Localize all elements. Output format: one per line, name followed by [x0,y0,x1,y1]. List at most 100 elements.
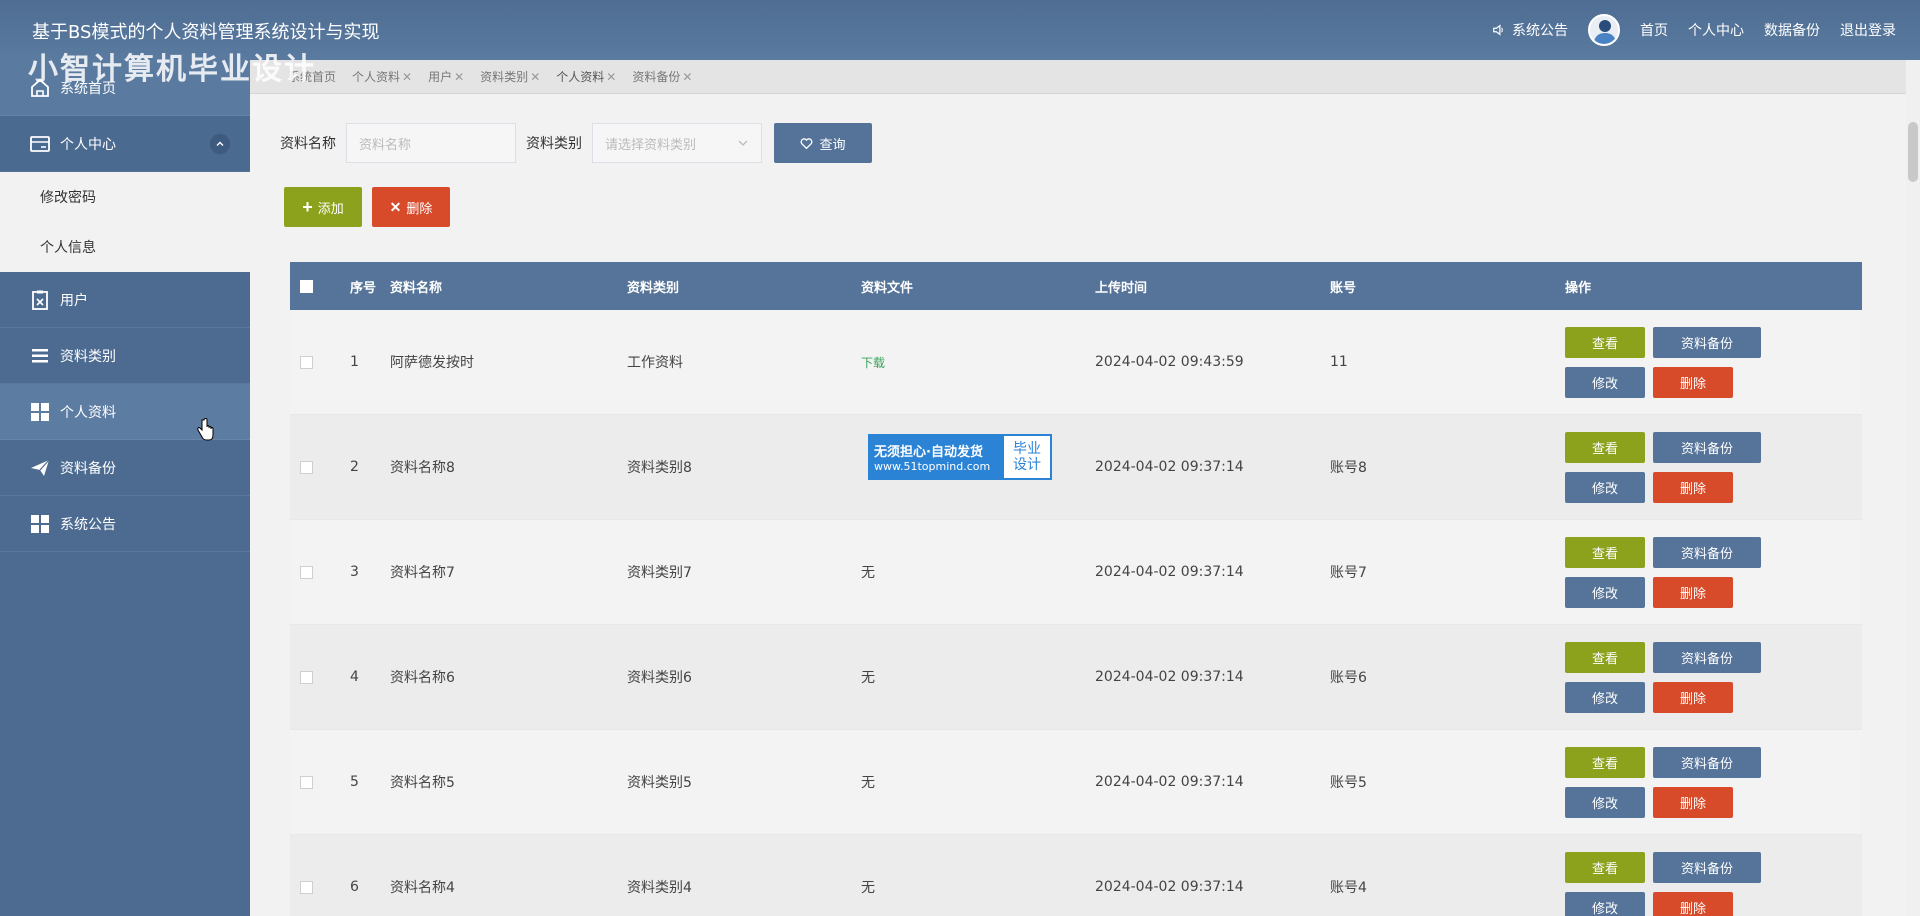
view-button[interactable]: 查看 [1565,641,1645,673]
delete-button[interactable]: ✕ 删除 [372,187,450,227]
watermark: 小智计算机毕业设计 [28,52,316,87]
download-link[interactable]: 下载 [861,356,885,370]
table-row: 5 资料名称5 资料类别5 无 2024-04-02 09:37:14 账号5 … [290,730,1862,835]
sidebar-item-label: 资料备份 [60,460,116,477]
col-header: 上传时间 [1095,280,1148,296]
remove-button[interactable]: 删除 [1653,471,1733,503]
tab-personal[interactable]: 个人资料 ✕ [352,68,412,85]
remove-button[interactable]: 删除 [1653,681,1733,713]
edit-button[interactable]: 修改 [1565,681,1645,713]
type-select[interactable]: 请选择资料类别 [592,123,762,163]
home-link[interactable]: 首页 [1640,20,1668,40]
cell-account: 账号8 [1330,460,1367,476]
backup-button[interactable]: 资料备份 [1653,851,1761,883]
notice-link[interactable]: 系统公告 [1492,20,1568,40]
logout-link[interactable]: 退出登录 [1840,20,1896,40]
chevron-up-icon[interactable] [210,134,230,154]
edit-button[interactable]: 修改 [1565,366,1645,398]
tab-category[interactable]: 资料类别 ✕ [480,68,540,85]
row-checkbox[interactable] [300,460,313,474]
backup-button[interactable]: 资料备份 [1653,431,1761,463]
sidebar-item-center[interactable]: 个人中心 [0,116,250,172]
tab-label: 资料备份 [632,70,681,84]
add-button[interactable]: + 添加 [284,187,362,227]
view-button[interactable]: 查看 [1565,536,1645,568]
row-checkbox[interactable] [300,775,313,789]
close-icon[interactable]: ✕ [682,70,692,84]
close-icon[interactable]: ✕ [606,70,616,84]
ad-badge[interactable]: 无须担心·自动发货 www.51topmind.com 毕业 设计 [868,434,1052,480]
tab-backup[interactable]: 资料备份 ✕ [632,68,692,85]
view-button[interactable]: 查看 [1565,431,1645,463]
cell-type: 资料类别8 [627,460,692,476]
backup-button[interactable]: 资料备份 [1653,326,1761,358]
name-input[interactable]: 资料名称 [346,123,516,163]
cell-time: 2024-04-02 09:37:14 [1095,459,1244,475]
query-label: 查询 [819,136,846,152]
sidebar-item-label: 系统公告 [60,516,116,533]
backup-link[interactable]: 数据备份 [1764,20,1820,40]
cell-file: 无 [861,880,875,896]
row-checkbox[interactable] [300,880,313,894]
table-row: 2 资料名称8 资料类别8 2024-04-02 09:37:14 账号8 查看… [290,415,1862,520]
row-checkbox[interactable] [300,565,313,579]
cell-idx: 5 [350,774,359,790]
tab-personal-data[interactable]: 个人资料 ✕ [556,68,616,85]
notice-label: 系统公告 [1512,23,1568,39]
cell-name: 资料名称6 [390,670,455,686]
backup-button[interactable]: 资料备份 [1653,641,1761,673]
cell-idx: 1 [350,354,359,370]
avatar[interactable] [1588,14,1620,46]
remove-button[interactable]: 删除 [1653,576,1733,608]
scrollbar[interactable] [1906,60,1920,916]
submenu-center: 修改密码 个人信息 [0,172,250,272]
plus-icon: + [302,197,313,217]
remove-button[interactable]: 删除 [1653,786,1733,818]
cell-account: 账号5 [1330,775,1367,791]
col-header: 资料文件 [861,280,914,296]
edit-button[interactable]: 修改 [1565,471,1645,503]
col-header: 序号 [350,280,377,296]
cell-type: 资料类别4 [627,880,692,896]
remove-button[interactable]: 删除 [1653,366,1733,398]
backup-button[interactable]: 资料备份 [1653,536,1761,568]
tab-label: 个人资料 [352,70,401,84]
cell-name: 资料名称4 [390,880,455,896]
row-checkbox[interactable] [300,355,313,369]
edit-button[interactable]: 修改 [1565,786,1645,818]
close-icon[interactable]: ✕ [530,70,540,84]
sidebar-subitem-password[interactable]: 修改密码 [0,172,250,222]
sidebar-item-category[interactable]: 资料类别 [0,328,250,384]
header-nav: 系统公告 首页 个人中心 数据备份 退出登录 [1492,0,1896,60]
cell-file: 无 [861,565,875,581]
view-button[interactable]: 查看 [1565,746,1645,778]
ad-right1: 毕业 [1013,441,1041,457]
tab-users[interactable]: 用户 ✕ [428,68,464,85]
backup-button[interactable]: 资料备份 [1653,746,1761,778]
scroll-thumb[interactable] [1908,122,1918,182]
edit-button[interactable]: 修改 [1565,576,1645,608]
remove-button[interactable]: 删除 [1653,891,1733,916]
query-button[interactable]: 查询 [774,123,872,163]
view-button[interactable]: 查看 [1565,326,1645,358]
close-icon[interactable]: ✕ [454,70,464,84]
card-icon [28,132,52,156]
sidebar-item-notice[interactable]: 系统公告 [0,496,250,552]
cell-file: 无 [861,775,875,791]
view-button[interactable]: 查看 [1565,851,1645,883]
sidebar-item-users[interactable]: 用户 [0,272,250,328]
close-icon[interactable]: ✕ [402,70,412,84]
select-all-checkbox[interactable] [300,279,313,293]
cell-name: 资料名称5 [390,775,455,791]
cell-account: 账号7 [1330,565,1367,581]
clipboard-icon [28,288,52,312]
sidebar-item-backup[interactable]: 资料备份 [0,440,250,496]
cell-type: 资料类别7 [627,565,692,581]
sidebar-item-label: 用户 [60,292,88,309]
delete-label: 删除 [406,200,433,216]
list-icon [28,344,52,368]
edit-button[interactable]: 修改 [1565,891,1645,916]
sidebar-subitem-info[interactable]: 个人信息 [0,222,250,272]
row-checkbox[interactable] [300,670,313,684]
center-link[interactable]: 个人中心 [1688,20,1744,40]
